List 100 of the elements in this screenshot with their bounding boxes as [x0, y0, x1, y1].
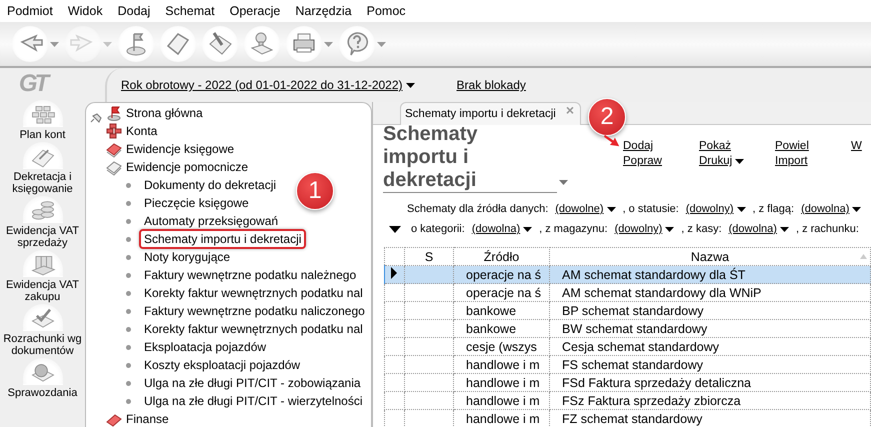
pin-icon[interactable]: [90, 113, 102, 123]
table-cell: FSd Faktura sprzedaży detaliczna: [550, 374, 870, 392]
tree-item[interactable]: Koszty eksploatacji pojazdów: [139, 355, 306, 375]
bullet-icon: [126, 290, 131, 296]
tree-item[interactable]: Schematy importu i dekretacji: [139, 229, 306, 249]
caret-icon: [103, 42, 112, 46]
caret-icon: [735, 158, 744, 164]
tree-item[interactable]: Korekty faktur wewnętrznych podatku nal: [139, 319, 368, 339]
caret-icon: [377, 42, 386, 46]
table-cell: handlowe i m: [454, 374, 550, 392]
bullet-icon: [126, 236, 131, 242]
filter-dropdown[interactable]: (dowolna): [801, 203, 862, 215]
tree-item[interactable]: Finanse: [106, 410, 371, 427]
filter-dropdown[interactable]: (dowolna): [472, 223, 532, 235]
action-link[interactable]: Powiel: [775, 140, 851, 152]
period-link[interactable]: Rok obrotowy - 2022 (od 01-01-2022 do 31-12-2022): [121, 78, 415, 92]
tree-item[interactable]: Dokumenty do dekretacji: [139, 175, 282, 195]
tree-item[interactable]: Strona główna: [106, 104, 371, 122]
tree-item[interactable]: Ulga na złe długi PIT/CIT - zobowiązania: [139, 373, 366, 393]
tree-item[interactable]: Ewidencje księgowe: [106, 140, 371, 158]
menu-item[interactable]: Widok: [68, 4, 103, 18]
caret-icon: [780, 226, 789, 232]
table-cell: BW schemat standardowy: [550, 320, 870, 338]
action-link[interactable]: Drukuj: [699, 155, 775, 167]
lock-link[interactable]: Brak blokady: [456, 78, 526, 92]
filter-label: , z rachunku:: [796, 223, 859, 235]
toolbar-button[interactable]: [12, 26, 59, 62]
tree-item[interactable]: Automaty przeksięgowań: [139, 211, 284, 231]
filter-dropdown[interactable]: (dowolne): [555, 203, 616, 215]
caret-icon: [324, 42, 333, 46]
action-link[interactable]: W: [851, 140, 871, 152]
tree-item[interactable]: Faktury wewnętrzne podatku należnego: [139, 265, 362, 285]
filter-label: , o statusie:: [622, 203, 679, 215]
tree-item[interactable]: Faktury wewnętrzne podatku naliczonego: [139, 301, 370, 321]
filter-label: , z flagą:: [752, 203, 794, 215]
tab[interactable]: Schematy importu i dekretacji ×: [400, 102, 582, 125]
table-cell: AM schemat standardowy dla ŚT: [550, 266, 870, 284]
table-cell: FSz Faktura sprzedaży zbiorcza: [550, 392, 870, 410]
nav-button[interactable]: Rozrachunki wg dokumentów: [0, 304, 85, 357]
nav-button[interactable]: Ewidencja VAT zakupu: [0, 250, 85, 303]
expand-icon[interactable]: [389, 226, 401, 232]
table-cell: handlowe i m: [454, 392, 550, 410]
table-cell: BP schemat standardowy: [550, 302, 870, 320]
bullet-icon: [126, 182, 131, 188]
menu-item[interactable]: Operacje: [230, 4, 280, 18]
page-title[interactable]: Schematy importu i dekretacji: [383, 123, 557, 193]
bullet-icon: [126, 200, 131, 206]
menu-item[interactable]: Dodaj: [118, 4, 150, 18]
filter-dropdown[interactable]: (dowolny): [686, 203, 746, 215]
caret-icon: [50, 42, 59, 46]
table-cell: handlowe i m: [454, 356, 550, 374]
tree-item[interactable]: Eksploatacja pojazdów: [139, 337, 272, 357]
filter-label: , z kasy:: [681, 223, 722, 235]
nav-button[interactable]: Sprawozdania: [0, 358, 85, 399]
toolbar-button[interactable]: [339, 26, 386, 62]
bullet-icon: [126, 398, 131, 404]
caret-icon: [852, 206, 862, 212]
nav-button[interactable]: Ewidencja VAT sprzedaży: [0, 196, 85, 249]
nav-button[interactable]: Plan kont: [0, 100, 85, 141]
bullet-icon: [126, 326, 131, 332]
nav-button[interactable]: Dekretacja i księgowanie: [0, 142, 85, 195]
caret-icon: [523, 226, 532, 232]
menu-item[interactable]: Schemat: [165, 4, 215, 18]
book-icon: [106, 158, 122, 176]
row-indicator-icon: [391, 267, 397, 279]
book-icon: [106, 140, 122, 158]
table-cell: operacje na ś: [454, 284, 550, 302]
menu-item[interactable]: Podmiot: [7, 4, 53, 18]
filter-dropdown[interactable]: (dowolny): [614, 223, 674, 235]
logo: GT: [18, 70, 46, 99]
filter-label: , z magazynu:: [539, 223, 608, 235]
arrow-icon: [604, 134, 620, 147]
bullet-icon: [126, 380, 131, 386]
table-cell: bankowe: [454, 320, 550, 338]
filter-label: o kategorii:: [411, 223, 465, 235]
filter-label: Schematy dla źródła danych:: [407, 203, 548, 215]
flag-icon: [106, 104, 122, 122]
menu-item[interactable]: Pomoc: [366, 4, 406, 18]
tree-item[interactable]: Noty korygujące: [139, 247, 236, 267]
table-cell: FS schemat standardowy: [550, 356, 870, 374]
tree-item[interactable]: Korekty faktur wewnętrznych podatku nal: [139, 283, 368, 303]
tree-item[interactable]: Pieczęcie księgowe: [139, 193, 254, 213]
table-cell: AM schemat standardowy dla WNiP: [550, 284, 870, 302]
tree-item[interactable]: Ulga na złe długi PIT/CIT - wierzytelności: [139, 391, 368, 411]
blocks-icon: [106, 122, 122, 140]
table-cell: cesje (wszys: [454, 338, 550, 356]
toolbar-button[interactable]: [286, 26, 333, 62]
menu-item[interactable]: Narzędzia: [295, 4, 352, 18]
table-cell: operacje na ś: [454, 266, 550, 284]
bullet-icon: [126, 308, 131, 314]
table-cell: bankowe: [454, 302, 550, 320]
caret-icon: [606, 206, 616, 212]
filter-dropdown[interactable]: (dowolna): [728, 223, 789, 235]
bullet-icon: [126, 344, 131, 350]
action-link[interactable]: Dodaj: [623, 140, 699, 152]
tree-item[interactable]: Konta: [106, 122, 371, 140]
action-link[interactable]: Import: [775, 155, 851, 167]
action-link[interactable]: Pokaż: [699, 140, 775, 152]
action-link[interactable]: Popraw: [623, 155, 699, 167]
caret-icon[interactable]: [559, 180, 568, 185]
